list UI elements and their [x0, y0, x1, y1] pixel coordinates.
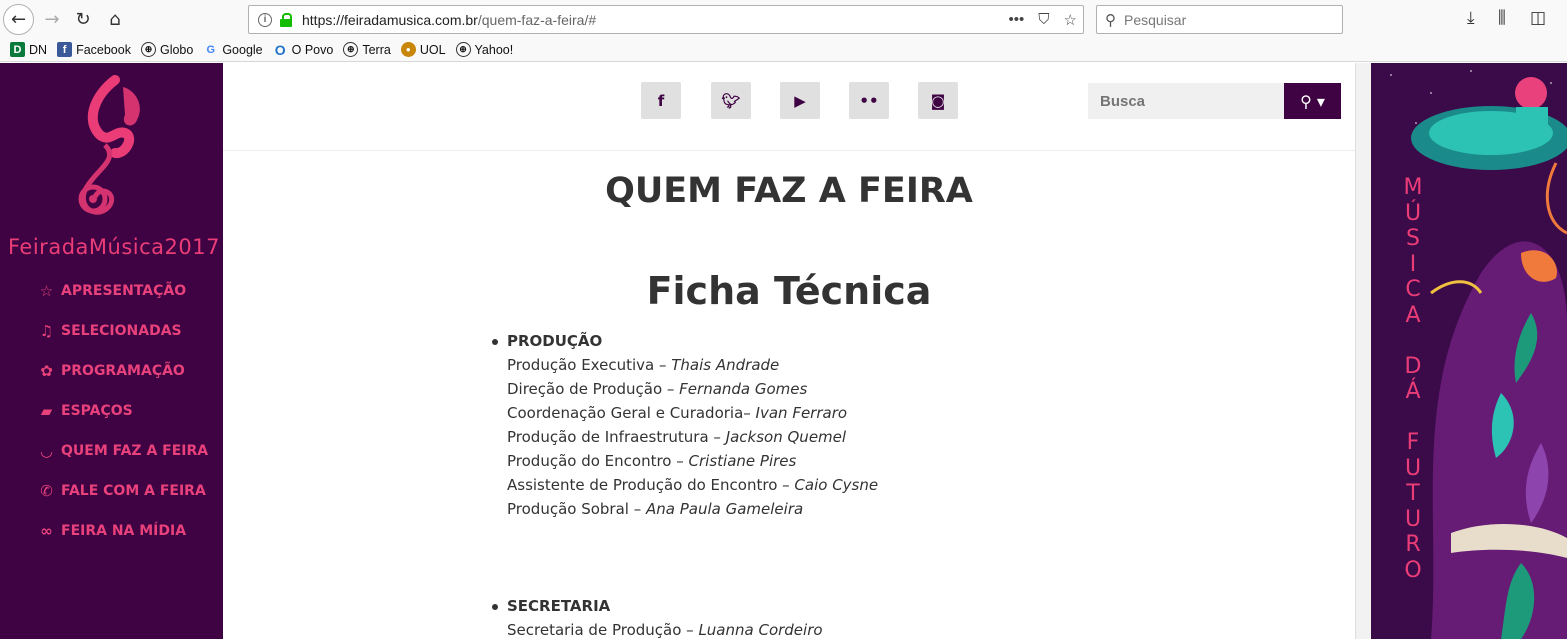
- list-item: Direção de Produção – Fernanda Gomes: [507, 380, 808, 398]
- sidebar-toggle-icon[interactable]: ◫: [1530, 8, 1546, 28]
- star-icon: ☆: [39, 282, 54, 300]
- bookmark-google[interactable]: G Google: [203, 42, 263, 57]
- left-sidebar: FeiradaMúsica2017 ☆ APRESENTAÇÃO ♫ SELECIO…: [0, 63, 223, 639]
- section-secretaria: SECRETARIA Secretaria de Produção – Luan…: [492, 594, 823, 642]
- library-icon[interactable]: ⫼: [1498, 8, 1506, 28]
- paw-icon: ✿: [40, 362, 53, 380]
- menu-item-fale[interactable]: ✆ FALE COM A FEIRA: [38, 471, 208, 511]
- back-button[interactable]: ←: [3, 4, 34, 35]
- section-heading: SECRETARIA: [492, 594, 823, 618]
- section-heading: PRODUÇÃO: [491, 329, 878, 353]
- opovo-icon: O: [274, 41, 286, 58]
- globe-icon: ⊕: [455, 42, 471, 57]
- pocket-icon[interactable]: ⛉: [1038, 11, 1049, 29]
- dn-icon: D: [10, 42, 25, 57]
- search-icon: ⚲ ▾: [1300, 91, 1325, 111]
- main-menu: ☆ APRESENTAÇÃO ♫ SELECIONADAS ✿ PROGRAMAÇÃO…: [38, 271, 208, 551]
- menu-item-selecionadas[interactable]: ♫ SELECIONADAS: [38, 311, 208, 351]
- smile-icon: ◡: [40, 442, 53, 460]
- url-text: https://feiradamusica.com.br/quem-faz-a-…: [302, 11, 597, 28]
- page-title: QUEM FAZ A FEIRA: [605, 171, 973, 211]
- list-item: Produção de Infraestrutura – Jackson Que…: [507, 428, 847, 446]
- phone-icon: ✆: [40, 482, 53, 500]
- list-item: Produção Executiva – Thais Andrade: [507, 356, 780, 374]
- page-gutter: [1355, 63, 1371, 639]
- bookmark-globo[interactable]: ⊕ Globo: [140, 42, 193, 57]
- bookmark-dn[interactable]: D DN: [10, 42, 47, 57]
- list-item: Assistente de Produção do Encontro – Cai…: [507, 476, 879, 494]
- twitter-icon[interactable]: 🐦︎: [711, 82, 751, 119]
- menu-item-quem-faz[interactable]: ◡ QUEM FAZ A FEIRA: [38, 431, 208, 471]
- menu-item-espacos[interactable]: ▰ ESPAÇOS: [38, 391, 208, 431]
- banner-slogan: MÚSICA DÁ FUTURO: [1403, 175, 1423, 583]
- bookmark-opovo[interactable]: OO Povo: [273, 41, 334, 58]
- bookmark-terra[interactable]: ⊕ Terra: [343, 42, 391, 57]
- info-icon[interactable]: i: [258, 12, 272, 27]
- download-icon[interactable]: ⤓: [1467, 8, 1475, 28]
- bookmark-uol[interactable]: ● UOL: [400, 42, 446, 57]
- globe-icon: ⊕: [343, 42, 359, 57]
- flickr-icon[interactable]: ••: [849, 82, 889, 119]
- uol-icon: ●: [400, 42, 416, 57]
- browser-search-input[interactable]: ⚲ Pesquisar: [1096, 5, 1343, 34]
- list-item: Produção Sobral – Ana Paula Gameleira: [507, 500, 804, 518]
- logo-text[interactable]: FeiradaMúsica2017: [8, 235, 220, 259]
- instagram-icon[interactable]: ◙: [918, 82, 958, 119]
- google-icon: G: [206, 43, 216, 56]
- site-search-button[interactable]: ⚲ ▾: [1284, 83, 1341, 119]
- section-producao: PRODUÇÃO Produção Executiva – Thais Andr…: [491, 329, 879, 521]
- youtube-icon[interactable]: ▶: [780, 82, 820, 119]
- page: FeiradaMúsica2017 ☆ APRESENTAÇÃO ♫ SELECIO…: [0, 63, 1567, 639]
- menu-item-programacao[interactable]: ✿ PROGRAMAÇÃO: [38, 351, 208, 391]
- list-item: Produção do Encontro – Cristiane Pires: [507, 452, 797, 470]
- main-content: f 🐦︎ ▶ •• ◙ ⚲ ▾ QUEM FAZ A FEIRA Ficha T…: [223, 63, 1355, 639]
- menu-item-apresentacao[interactable]: ☆ APRESENTAÇÃO: [38, 271, 208, 311]
- facebook-icon: f: [57, 42, 73, 57]
- home-button[interactable]: ⌂: [100, 4, 130, 34]
- url-bar[interactable]: i https://feiradamusica.com.br/quem-faz-…: [248, 5, 1084, 34]
- bookmarks-bar: D DN f Facebook ⊕ Globo G Google OO Povo ⊕ Te…: [0, 38, 1567, 62]
- side-banner[interactable]: MÚSICA DÁ FUTURO: [1371, 63, 1567, 639]
- browser-toolbar: ← → ↻ ⌂ i https://feiradamusica.com.br/q…: [0, 0, 1567, 38]
- map-icon: ▰: [40, 402, 53, 420]
- page-actions-icon[interactable]: •••: [1009, 11, 1025, 29]
- top-bar: f 🐦︎ ▶ •• ◙ ⚲ ▾: [223, 63, 1355, 151]
- reload-button[interactable]: ↻: [68, 4, 98, 34]
- logo-icon[interactable]: [55, 75, 155, 230]
- forward-button[interactable]: →: [37, 4, 67, 34]
- link-icon: ∞: [40, 522, 53, 540]
- bookmark-yahoo[interactable]: ⊕ Yahoo!: [455, 42, 513, 57]
- list-item: Coordenação Geral e Curadoria– Ivan Ferr…: [507, 404, 848, 422]
- globe-icon: ⊕: [140, 42, 156, 57]
- lock-icon: [280, 13, 292, 27]
- facebook-icon[interactable]: f: [641, 82, 681, 119]
- list-item: Secretaria de Produção – Luanna Cordeiro: [507, 621, 823, 639]
- section-title: Ficha Técnica: [646, 269, 932, 313]
- site-search-input[interactable]: [1088, 83, 1284, 119]
- bookmark-facebook[interactable]: f Facebook: [57, 42, 131, 57]
- menu-item-midia[interactable]: ∞ FEIRA NA MÍDIA: [38, 511, 208, 551]
- bookmark-star-icon[interactable]: ☆: [1064, 11, 1077, 29]
- search-icon: ⚲: [1105, 11, 1116, 29]
- music-icon: ♫: [39, 322, 54, 340]
